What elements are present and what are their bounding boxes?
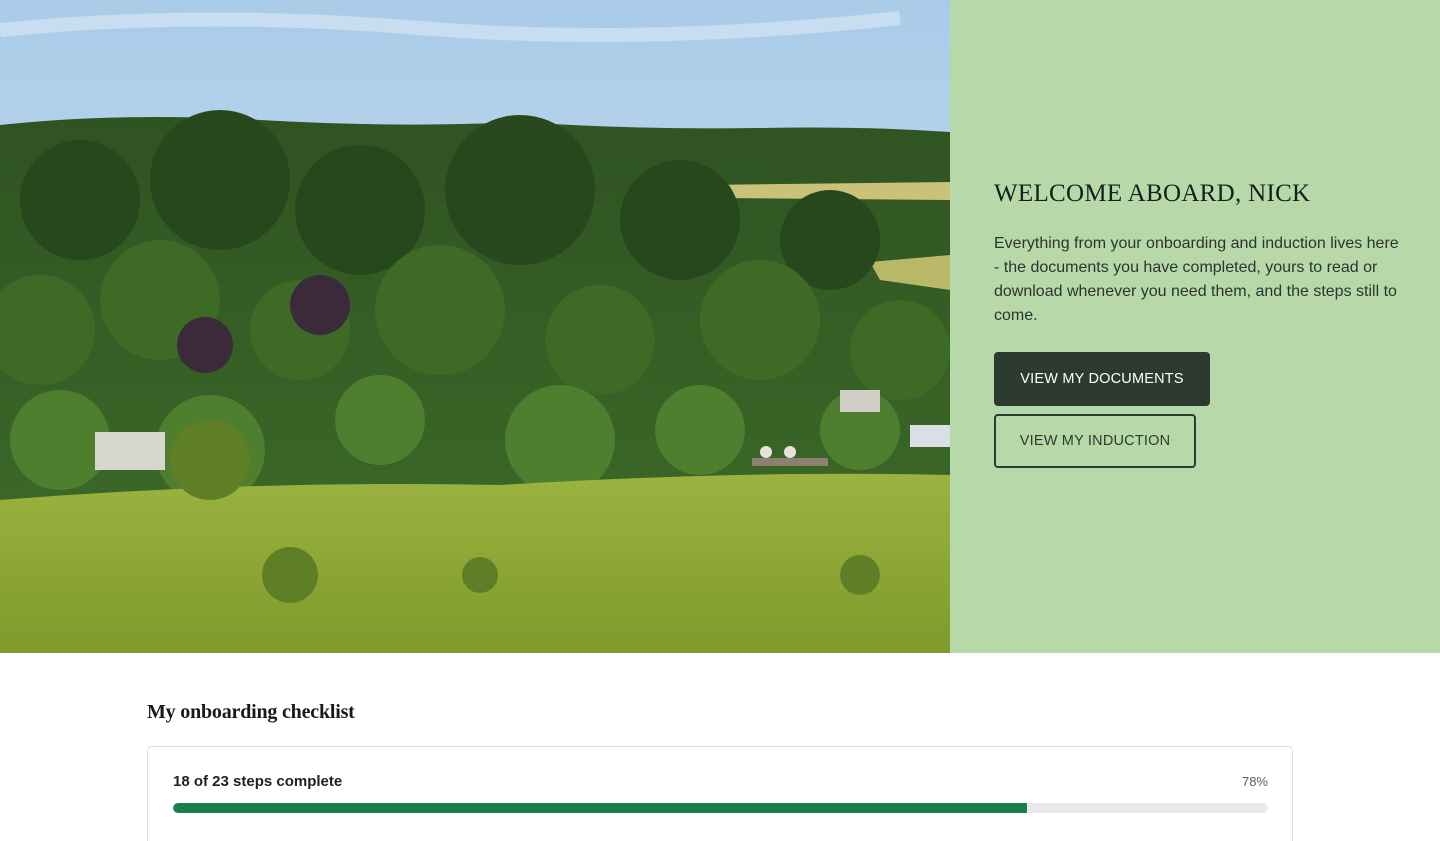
hero-section: WELCOME ABOARD, NICK Everything from you… bbox=[0, 0, 1440, 653]
view-my-induction-button[interactable]: VIEW MY INDUCTION bbox=[994, 414, 1196, 468]
progress-label: 18 of 23 steps complete bbox=[173, 773, 343, 790]
progress-percent: 78% bbox=[1241, 774, 1268, 789]
view-my-documents-button[interactable]: VIEW MY DOCUMENTS bbox=[994, 352, 1210, 406]
progress-bar-fill bbox=[173, 803, 1028, 813]
progress-bar-track bbox=[173, 803, 1268, 813]
welcome-description: Everything from your onboarding and indu… bbox=[994, 235, 1399, 324]
welcome-title: WELCOME ABOARD, NICK bbox=[994, 180, 1311, 207]
checklist-heading: My onboarding checklist bbox=[147, 701, 355, 723]
primary-button-row: VIEW MY DOCUMENTS bbox=[994, 328, 1399, 406]
welcome-content: WELCOME ABOARD, NICK Everything from you… bbox=[994, 176, 1399, 468]
landscape-illustration bbox=[0, 0, 950, 653]
hero-landscape-image bbox=[0, 0, 950, 653]
welcome-panel: WELCOME ABOARD, NICK Everything from you… bbox=[950, 0, 1440, 653]
checklist-card: 18 of 23 steps complete 78% bbox=[147, 746, 1293, 841]
progress-summary: 18 of 23 steps complete 78% bbox=[173, 773, 1268, 790]
onboarding-checklist-section: My onboarding checklist 18 of 23 steps c… bbox=[147, 697, 1293, 841]
secondary-button-row: VIEW MY INDUCTION bbox=[994, 406, 1399, 468]
